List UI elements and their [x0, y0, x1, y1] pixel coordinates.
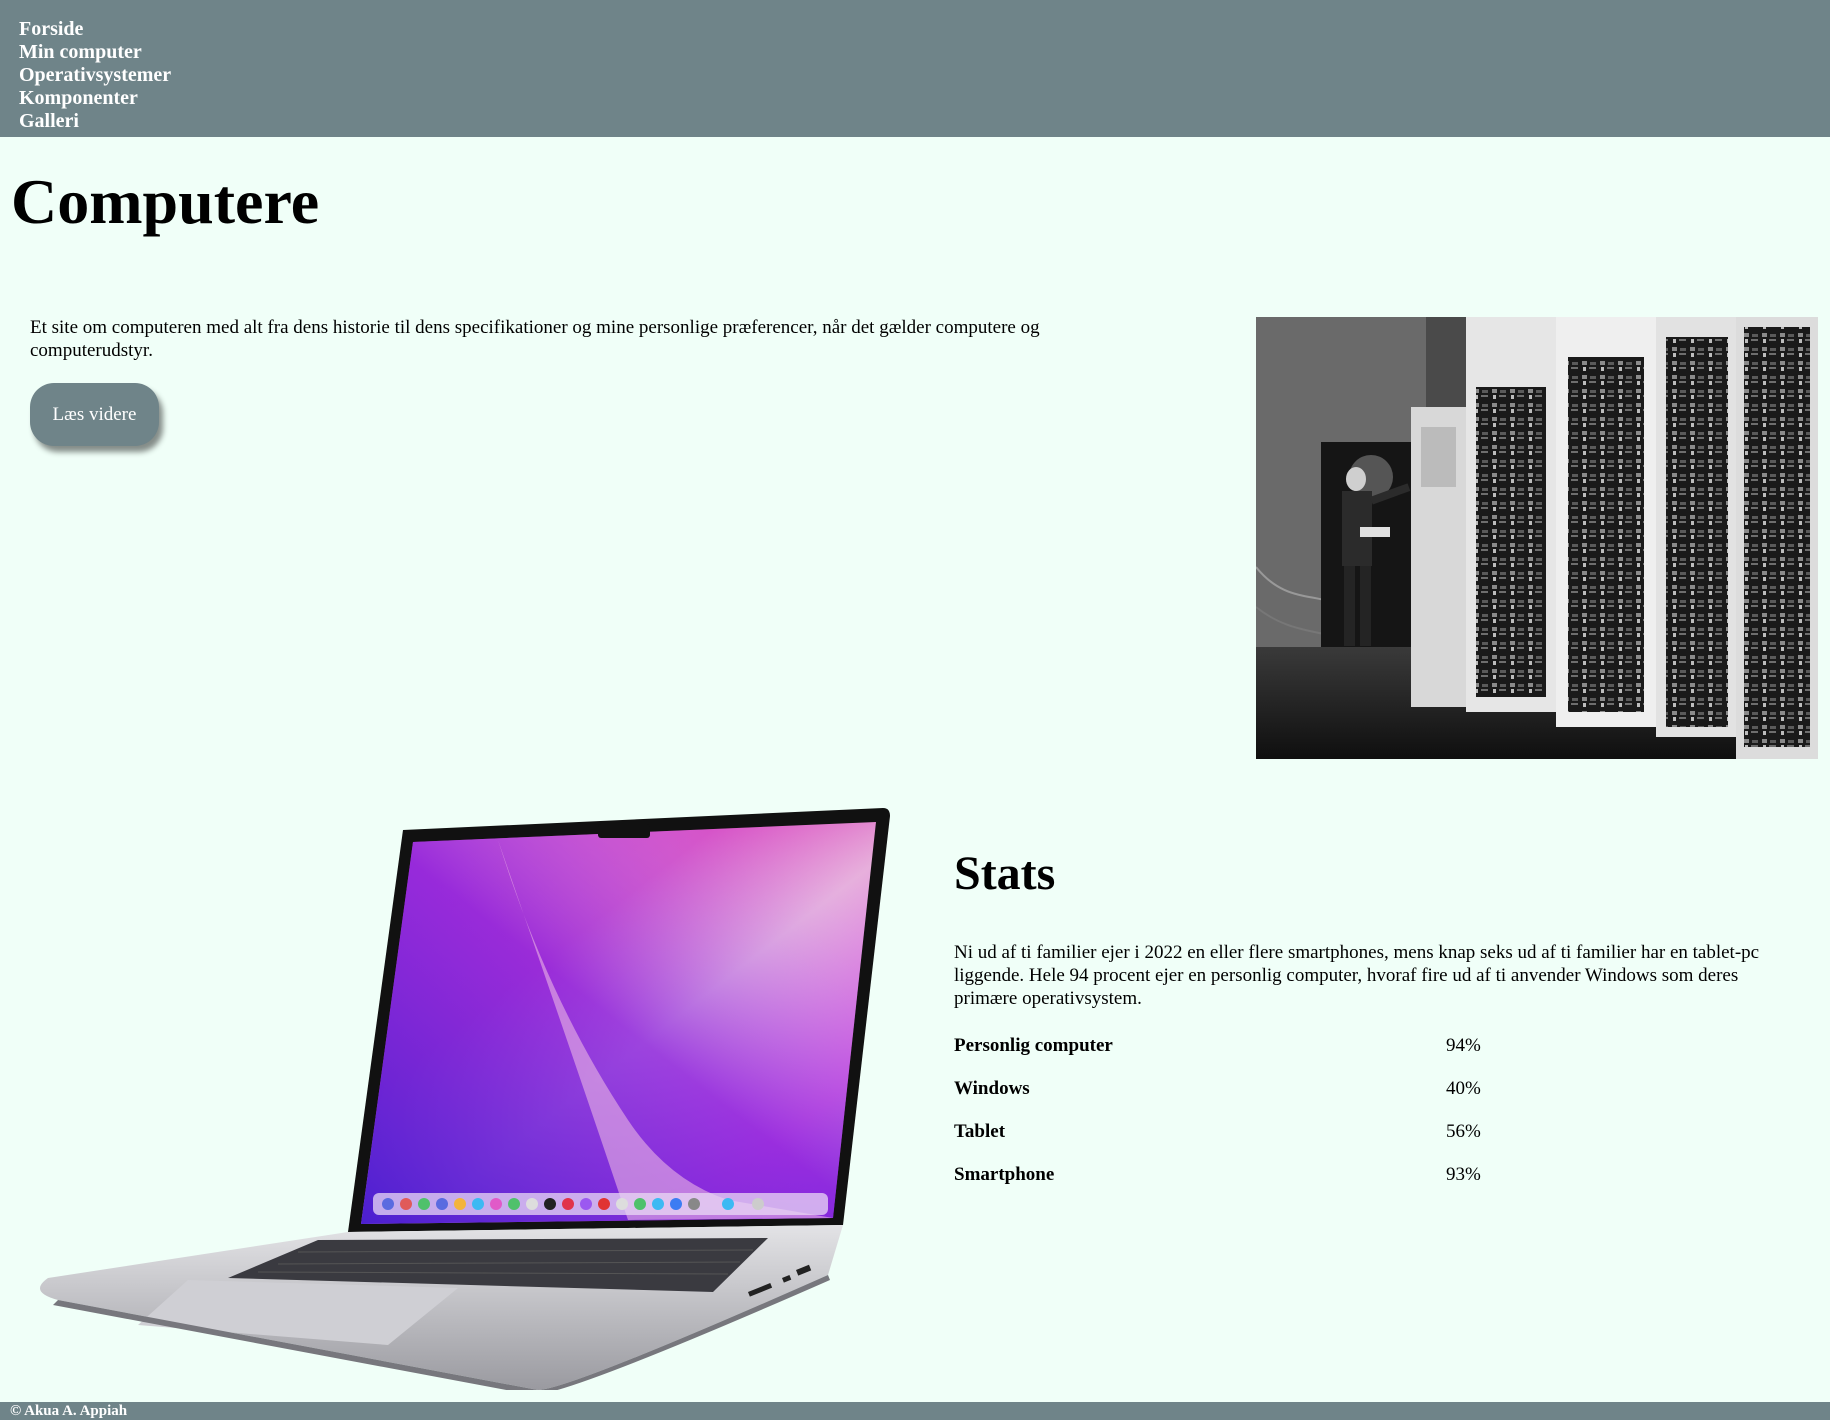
- nav-link-forside[interactable]: Forside: [19, 18, 83, 41]
- intro-text: Et site om computeren med alt fra dens h…: [30, 317, 1040, 361]
- stats-heading: Stats: [954, 847, 1056, 900]
- stat-label: Smartphone: [954, 1163, 1055, 1185]
- stat-label: Tablet: [954, 1120, 1006, 1142]
- stat-value: 93%: [1446, 1163, 1481, 1185]
- stats-text: Ni ud af ti familier ejer i 2022 en elle…: [954, 942, 1760, 1009]
- nav-item-komponenter: Komponenter: [19, 87, 1830, 110]
- nav-item-min-computer: Min computer: [19, 41, 1830, 64]
- nav-item-galleri: Galleri: [19, 110, 1830, 133]
- stat-label: Windows: [954, 1077, 1030, 1099]
- read-more-button[interactable]: Læs videre: [30, 383, 159, 446]
- nav-item-operativsystemer: Operativsystemer: [19, 64, 1830, 87]
- nav-link-komponenter[interactable]: Komponenter: [19, 87, 138, 110]
- vintage-computer-illustration: [1256, 317, 1818, 759]
- stat-label: Personlig computer: [954, 1034, 1113, 1056]
- stat-value: 40%: [1446, 1077, 1481, 1099]
- nav-link-galleri[interactable]: Galleri: [19, 110, 79, 133]
- stats-row: Smartphone 93%: [954, 1153, 1481, 1196]
- nav-item-forside: Forside: [19, 18, 1830, 41]
- stats-row: Personlig computer 94%: [954, 1024, 1481, 1067]
- stat-value: 94%: [1446, 1034, 1481, 1056]
- vintage-computer-photo: [1256, 317, 1818, 759]
- footer: © Akua A. Appiah: [0, 1402, 1830, 1420]
- page-title: Computere: [11, 166, 320, 237]
- stat-value: 56%: [1446, 1120, 1481, 1142]
- stats-row: Tablet 56%: [954, 1110, 1481, 1153]
- stats-table: Personlig computer 94% Windows 40% Table…: [954, 1024, 1481, 1196]
- laptop-image: [28, 800, 908, 1395]
- laptop-illustration: [40, 808, 890, 1395]
- footer-copyright: © Akua A. Appiah: [10, 1403, 128, 1419]
- nav-link-operativsystemer[interactable]: Operativsystemer: [19, 64, 171, 87]
- nav-list: Forside Min computer Operativsystemer Ko…: [0, 0, 1830, 133]
- stats-row: Windows 40%: [954, 1067, 1481, 1110]
- nav-link-min-computer[interactable]: Min computer: [19, 41, 142, 64]
- top-navigation: Forside Min computer Operativsystemer Ko…: [0, 0, 1830, 137]
